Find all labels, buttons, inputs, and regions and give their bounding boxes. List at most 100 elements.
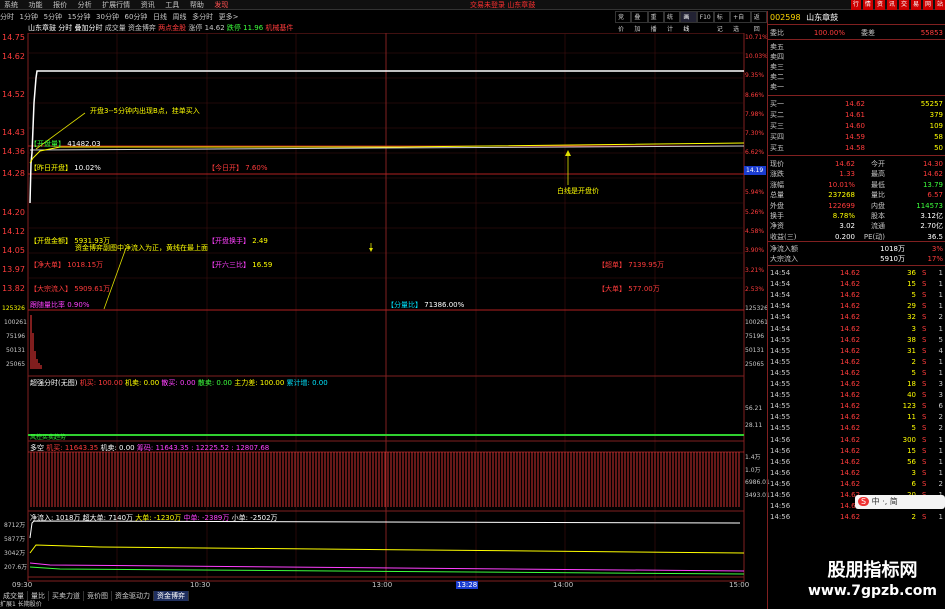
period-tab[interactable]: 5分钟	[44, 11, 62, 23]
vol-tick: 125326	[2, 305, 25, 312]
indicator-tab-selected[interactable]: 资金博弈	[154, 591, 189, 601]
top-btn[interactable]: 交	[898, 0, 909, 10]
top-btn[interactable]: 情	[862, 0, 873, 10]
panel3-header: 多空 机买: 11643.35 机卖: 0.00 筹码: 11643.35 : …	[30, 444, 270, 452]
panel4-header: 净流入: 1018万 超大单: 7140万 大单: -1230万 中单: -23…	[30, 514, 278, 522]
toolbar-button[interactable]: 统计	[663, 11, 681, 33]
top-btn[interactable]: 讯	[886, 0, 897, 10]
pct-tick: 4.58%	[745, 228, 765, 235]
indicator-tab[interactable]: 竞价图	[84, 591, 112, 601]
price-tick: 13.97	[2, 265, 25, 274]
menu-item[interactable]: 系统	[4, 0, 18, 10]
period-tab[interactable]: 分时	[0, 11, 14, 23]
divider	[768, 39, 945, 40]
top-btn[interactable]: 易	[910, 0, 921, 10]
divider	[768, 265, 945, 266]
ask-row[interactable]: 卖五	[770, 42, 945, 52]
toolbar-button-draw[interactable]: 画线	[680, 11, 697, 33]
toolbar-button[interactable]: 返回	[750, 11, 768, 33]
current-price-tag: 14.19	[746, 167, 764, 174]
menu-item[interactable]: 扩展行情	[102, 0, 130, 10]
mode-tab[interactable]: 成交量	[105, 24, 126, 32]
mode-tab[interactable]: 分时	[58, 24, 72, 32]
ask-row[interactable]: 卖二	[770, 72, 945, 82]
tick-row: 14:55 14.62 2 S 1	[770, 357, 943, 366]
period-tab[interactable]: 多分时	[192, 11, 213, 23]
top-btn[interactable]: 资	[874, 0, 885, 10]
period-tab[interactable]: 15分钟	[68, 11, 91, 23]
ask-row[interactable]: 卖三	[770, 62, 945, 72]
vol-pct-label: 跟随量比率 0.90%	[30, 301, 90, 309]
menu-item[interactable]: 功能	[29, 0, 43, 10]
order-ratio-row: 委比 100.00% 委差 55853	[770, 29, 943, 37]
toolbar-button[interactable]: 重播	[647, 11, 664, 33]
bid-row[interactable]: 买四 14.59 58	[770, 132, 945, 142]
menu-item[interactable]: 工具	[165, 0, 179, 10]
period-tab[interactable]: 周线	[173, 11, 187, 23]
indicator-tab[interactable]: 量比	[28, 591, 49, 601]
panel3-axis: 1.0万	[745, 467, 761, 474]
indicator-tab[interactable]: 买卖力道	[49, 591, 84, 601]
pct-tick: 9.35%	[745, 72, 765, 79]
tick-row: 14:56 14.62 2 S 1	[770, 513, 943, 522]
tick-row: 14:56 14.62 56 S 1	[770, 457, 943, 466]
menu-item[interactable]: 分析	[78, 0, 92, 10]
bid-row[interactable]: 买五 14.58 50	[770, 143, 945, 153]
period-tab[interactable]: 更多>	[219, 11, 239, 23]
time-tick: 14:00	[553, 581, 574, 589]
pct-tick: 2.53%	[745, 286, 765, 293]
pct-axis-right: 10.71% 10.03% 9.35% 8.66% 7.98% 7.30% 6.…	[745, 33, 768, 333]
pct-tick: 6.62%	[745, 149, 765, 156]
bid-row[interactable]: 买三 14.60 109	[770, 121, 945, 131]
period-tab[interactable]: 1分钟	[20, 11, 38, 23]
indicator-tab[interactable]: 资金驱动力	[112, 591, 154, 601]
flow-row: 大宗流入 5910万 17%	[770, 255, 943, 264]
price-tick: 14.43	[2, 128, 25, 137]
toolbar-button[interactable]: +自选	[730, 11, 751, 33]
quote-stat-row: 换手 8.78% 股本 3.12亿	[770, 212, 943, 220]
panel2-footer: 风控买卖趋势	[30, 434, 67, 441]
chart-subtitle: 山东章鼓 分时 叠加分时 成交量 资金博弈 两点金股 涨停 14.62 跌停 1…	[28, 23, 293, 33]
top-btn[interactable]: 网	[922, 0, 933, 10]
top-btn[interactable]: 行	[850, 0, 861, 10]
period-tab[interactable]: 60分钟	[125, 11, 148, 23]
indicator-tab[interactable]: 成交量	[0, 591, 28, 601]
bid-row[interactable]: 买一 14.62 55257	[770, 99, 945, 109]
price-tick: 14.36	[2, 147, 25, 156]
menu-item[interactable]: 资讯	[141, 0, 155, 10]
big-order-label: 【大单】 577.00万	[598, 285, 660, 293]
panel2-axis-1: 56.21	[745, 405, 763, 412]
menu-item[interactable]: 帮助	[190, 0, 204, 10]
ask-row[interactable]: 卖四	[770, 52, 945, 62]
tick-row: 14:55 14.62 11 S 2	[770, 413, 943, 422]
tag: 跌停 11.96	[226, 24, 264, 32]
ime-logo-icon: S	[858, 497, 870, 506]
toolbar-button[interactable]: 竞价	[615, 11, 632, 33]
menu-item[interactable]: 报价	[53, 0, 67, 10]
ime-toolbar[interactable]: S 中 ·, 简	[855, 495, 945, 509]
ask-row[interactable]: 卖一	[770, 82, 945, 92]
intraday-chart[interactable]	[0, 33, 767, 593]
bid-row[interactable]: 买二 14.61 379	[770, 110, 945, 120]
tick-row: 14:54 14.62 5 S 1	[770, 291, 943, 300]
top-btn[interactable]: 站	[934, 0, 945, 10]
panel4-axis: 3042万	[4, 550, 26, 557]
toolbar-button[interactable]: 叠加	[631, 11, 648, 33]
toolbar-button[interactable]: F10	[696, 11, 714, 23]
watermark: 股朋指标网 www.7gpzb.com	[800, 560, 945, 606]
open-turnover-label: 【开盘换手】 2.49	[208, 237, 268, 245]
toolbar-button[interactable]: 标记	[713, 11, 731, 33]
quote-stat-row: 总量 237268 量比 6.57	[770, 191, 943, 200]
big-inflow-label: 【大宗流入】 5909.61万	[30, 285, 111, 293]
mode-tab[interactable]: 叠加分时	[74, 24, 102, 32]
stock-name: 山东章鼓	[28, 24, 56, 32]
tick-row: 14:54 14.62 32 S 2	[770, 313, 943, 322]
period-tab[interactable]: 日线	[153, 11, 167, 23]
mode-tab[interactable]: 资金博弈	[128, 24, 156, 32]
time-cursor: 13:28	[456, 581, 479, 589]
period-tab[interactable]: 30分钟	[96, 11, 119, 23]
vol-tick: 100261	[4, 319, 27, 326]
today-open-label: 【今日开】 7.60%	[208, 164, 268, 172]
menu-item-discover[interactable]: 发现	[214, 0, 228, 10]
vol-tick: 75196	[6, 333, 26, 340]
